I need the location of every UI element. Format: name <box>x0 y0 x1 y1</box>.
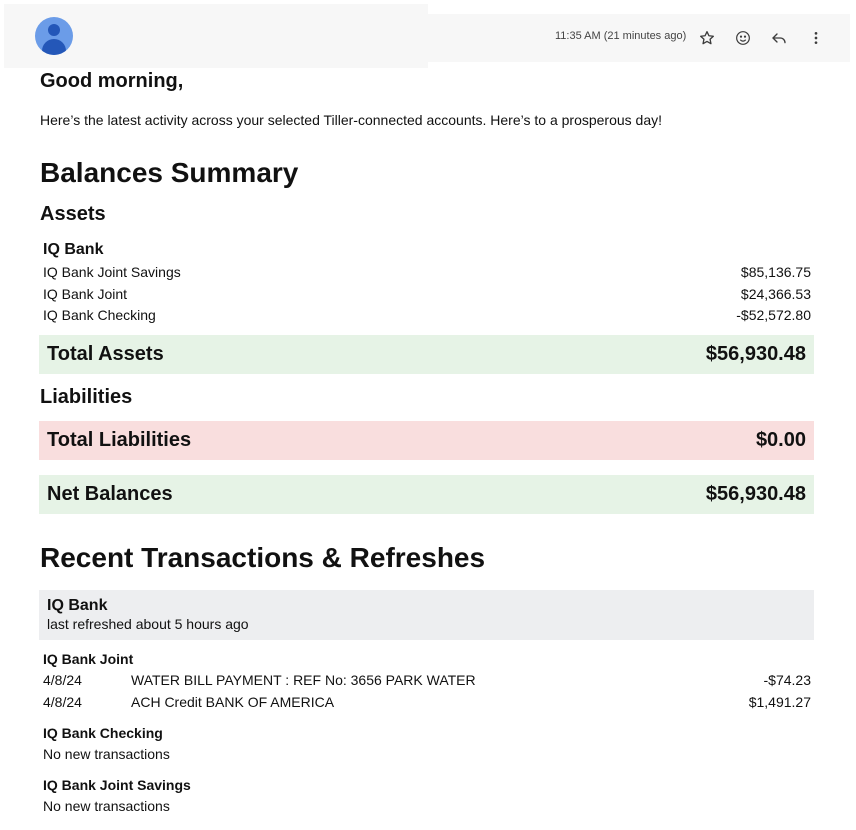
total-liabilities-label: Total Liabilities <box>47 429 192 451</box>
email-timestamp: 11:35 AM (21 minutes ago) <box>555 30 687 42</box>
account-amount: $85,136.75 <box>740 264 811 280</box>
no-transactions-text: No new transactions <box>43 746 170 762</box>
greeting: Good morning, <box>40 70 184 92</box>
intro-text: Here’s the latest activity across your s… <box>40 112 663 128</box>
total-assets-row: Total Assets $56,930.48 <box>39 335 814 374</box>
net-balances-amount: $56,930.48 <box>705 483 806 505</box>
more-vert-icon[interactable] <box>806 28 826 48</box>
transaction-description: WATER BILL PAYMENT : REF No: 3656 PARK W… <box>131 672 476 688</box>
reply-icon[interactable] <box>769 28 789 48</box>
liabilities-heading: Liabilities <box>40 386 133 408</box>
no-transactions-text: No new transactions <box>43 798 170 814</box>
account-row: IQ Bank Checking -$52,572.80 <box>43 305 811 325</box>
refresh-status: last refreshed about 5 hours ago <box>47 616 249 632</box>
transaction-amount: $1,491.27 <box>748 694 811 710</box>
total-liabilities-amount: $0.00 <box>755 429 806 451</box>
account-amount: $24,366.53 <box>740 286 811 302</box>
account-row: IQ Bank Joint $24,366.53 <box>43 284 811 304</box>
emoji-icon[interactable] <box>733 28 753 48</box>
total-assets-amount: $56,930.48 <box>705 343 806 365</box>
assets-bank-name: IQ Bank <box>43 241 104 258</box>
avatar-body <box>42 39 66 55</box>
account-heading-joint: IQ Bank Joint <box>43 651 134 667</box>
avatar[interactable] <box>35 17 73 55</box>
transaction-date: 4/8/24 <box>43 694 82 710</box>
account-name: IQ Bank Checking <box>43 307 156 323</box>
bank-refresh-box: IQ Bank last refreshed about 5 hours ago <box>39 590 814 640</box>
star-icon[interactable] <box>697 28 717 48</box>
recent-transactions-heading: Recent Transactions & Refreshes <box>40 542 486 573</box>
transaction-row: 4/8/24 WATER BILL PAYMENT : REF No: 3656… <box>43 672 811 692</box>
transaction-amount: -$74.23 <box>763 672 811 688</box>
account-heading-savings: IQ Bank Joint Savings <box>43 777 191 793</box>
avatar-head <box>48 24 60 36</box>
account-heading-checking: IQ Bank Checking <box>43 725 163 741</box>
net-balances-row: Net Balances $56,930.48 <box>39 475 814 514</box>
account-name: IQ Bank Joint Savings <box>43 264 181 280</box>
account-row: IQ Bank Joint Savings $85,136.75 <box>43 262 811 282</box>
assets-heading: Assets <box>40 203 106 225</box>
transaction-row: 4/8/24 ACH Credit BANK OF AMERICA $1,491… <box>43 694 811 714</box>
refresh-bank-name: IQ Bank <box>47 597 108 614</box>
net-balances-label: Net Balances <box>47 483 173 505</box>
balances-summary-heading: Balances Summary <box>40 157 299 188</box>
total-assets-label: Total Assets <box>47 343 164 365</box>
transaction-date: 4/8/24 <box>43 672 82 688</box>
account-amount: -$52,572.80 <box>736 307 811 323</box>
transaction-description: ACH Credit BANK OF AMERICA <box>131 694 335 710</box>
total-liabilities-row: Total Liabilities $0.00 <box>39 421 814 460</box>
account-name: IQ Bank Joint <box>43 286 128 302</box>
